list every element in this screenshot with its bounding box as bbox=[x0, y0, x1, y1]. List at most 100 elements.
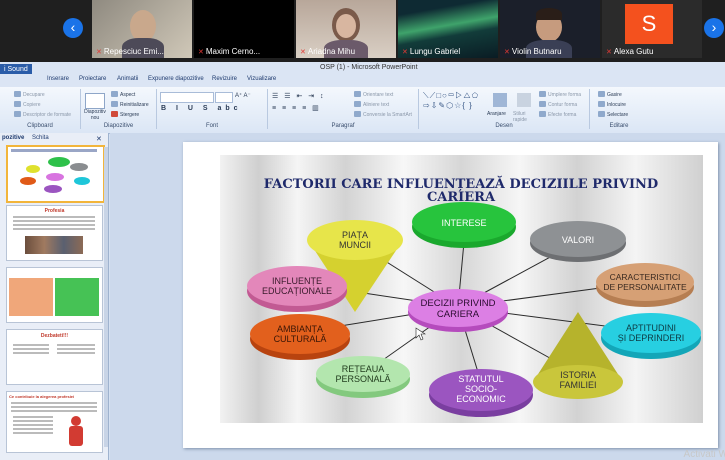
mic-muted-icon: ✕ bbox=[96, 49, 102, 56]
shape-effects-button[interactable]: Efecte forma bbox=[539, 111, 576, 118]
slide-thumbnail[interactable] bbox=[6, 145, 105, 203]
center-shape[interactable]: DECIZII PRIVIND CARIERA bbox=[408, 289, 508, 332]
tab-insert[interactable]: Inserare bbox=[47, 76, 69, 82]
tab-review[interactable]: Revizuire bbox=[212, 76, 237, 82]
font-group: A⁺ A⁻ B I U S abc Font bbox=[157, 89, 268, 129]
chevron-right-icon[interactable]: › bbox=[704, 18, 724, 38]
binoculars-icon bbox=[598, 91, 605, 97]
close-icon[interactable]: ✕ bbox=[96, 135, 102, 143]
thumbnail-title: Ce contribuie la alegerea profesiei bbox=[9, 394, 75, 399]
slide-diagram: FACTORII CARE INFLUENȚEAZĂ DECIZIILE PRI… bbox=[220, 155, 703, 423]
new-slide-button[interactable]: Diapozitiv nou bbox=[83, 109, 107, 121]
editing-group: Gasire Inlocuire Selectare Editare bbox=[590, 89, 648, 129]
reset-icon bbox=[111, 101, 118, 107]
factor-shape[interactable]: CARACTERISTICI DE PERSONALITATE bbox=[596, 263, 694, 307]
participant-tile[interactable]: S ✕ Alexa Gutu bbox=[602, 0, 702, 58]
delete-slide-button[interactable]: Stergere bbox=[111, 111, 139, 118]
tab-view[interactable]: Vizualizare bbox=[247, 76, 276, 82]
factor-label: APTITUDINI ȘI DEPRINDERI bbox=[618, 323, 685, 343]
thumbnail-scrollbar[interactable] bbox=[104, 147, 108, 447]
brush-icon bbox=[14, 111, 21, 117]
replace-button[interactable]: Inlocuire bbox=[598, 101, 626, 108]
participant-strip: ‹ ✕ Repesciuc Emi... ✕ Maxim Cerno... ✕ Ari… bbox=[0, 0, 725, 62]
shape-outline-button[interactable]: Contur forma bbox=[539, 101, 577, 108]
chevron-left-icon[interactable]: ‹ bbox=[63, 18, 83, 38]
quick-styles-icon bbox=[517, 93, 531, 107]
delete-icon bbox=[111, 111, 118, 117]
thumbnail-title: Dezbateti!!! bbox=[40, 333, 69, 339]
copy-icon bbox=[14, 101, 21, 107]
select-button[interactable]: Selectare bbox=[598, 111, 628, 118]
factor-label: CARACTERISTICI DE PERSONALITATE bbox=[603, 272, 687, 292]
group-label: Diapozitive bbox=[103, 123, 134, 129]
slide-thumbnail[interactable]: Profesia bbox=[6, 205, 103, 261]
layout-icon bbox=[111, 91, 118, 97]
tab-outline[interactable]: Schita bbox=[32, 135, 49, 141]
participant-tile[interactable]: ✕ Repesciuc Emi... bbox=[92, 0, 192, 58]
effects-icon bbox=[539, 111, 546, 117]
font-size-select[interactable] bbox=[215, 92, 233, 103]
participant-tile[interactable]: ✕ Ariadna Mihu bbox=[296, 0, 396, 58]
copy-button[interactable]: Copiere bbox=[14, 101, 41, 108]
font-family-select[interactable] bbox=[160, 92, 214, 103]
tab-design[interactable]: Proiectare bbox=[79, 76, 106, 82]
shape-fill-button[interactable]: Umplere forma bbox=[539, 91, 581, 98]
tab-slides[interactable]: pozitive bbox=[2, 135, 24, 141]
factor-shape[interactable]: INFLUENȚE EDUCAȚIONALE bbox=[247, 266, 347, 312]
factor-shape[interactable]: INTERESE bbox=[412, 202, 516, 248]
group-label: Clipboard bbox=[27, 123, 53, 129]
drawing-group: ⟍⟋□○▭▷△⬠ ⇨⇩✎⬡☆{ } Aranjare Stiluri rapide… bbox=[419, 89, 590, 129]
align-buttons[interactable]: ≡ ≡ ≡ ≡ ▥ bbox=[272, 104, 321, 112]
slide-thumbnail[interactable] bbox=[6, 267, 103, 323]
text-direction-button[interactable]: Orientare text bbox=[354, 91, 393, 98]
find-button[interactable]: Gasire bbox=[598, 91, 622, 98]
factor-label: INTERESE bbox=[441, 218, 486, 228]
group-label: Paragraf bbox=[331, 123, 355, 129]
clipboard-group: Decupare Copiere Descriptor de formate C… bbox=[0, 89, 81, 129]
align-text-button[interactable]: Aliniere text bbox=[354, 101, 389, 108]
factor-shape[interactable]: AMBIANȚA CULTURALĂ bbox=[250, 314, 350, 360]
group-label: Font bbox=[205, 123, 218, 129]
arrange-button[interactable]: Aranjare bbox=[487, 111, 506, 117]
tab-animations[interactable]: Animatii bbox=[117, 76, 138, 82]
activation-watermark: Activati W bbox=[683, 449, 725, 460]
factor-shape[interactable]: STATUTUL SOCIO-ECONOMIC bbox=[429, 369, 533, 417]
cut-button[interactable]: Decupare bbox=[14, 91, 45, 98]
shapes-gallery[interactable]: ⟍⟋□○▭▷△⬠ ⇨⇩✎⬡☆{ } bbox=[423, 91, 479, 110]
arrange-icon bbox=[493, 93, 507, 107]
quick-styles-button[interactable]: Stiluri rapide bbox=[513, 111, 535, 123]
align-text-icon bbox=[354, 101, 361, 107]
factor-shape[interactable]: APTITUDINI ȘI DEPRINDERI bbox=[601, 313, 701, 359]
participant-tile[interactable]: ✕ Lungu Gabriel bbox=[398, 0, 498, 58]
group-label: Editare bbox=[609, 123, 629, 129]
mic-muted-icon: ✕ bbox=[402, 49, 408, 56]
outline-icon bbox=[539, 101, 546, 107]
participant-name: ✕ Ariadna Mihu bbox=[300, 47, 356, 56]
layout-button[interactable]: Aspect bbox=[111, 91, 135, 98]
participant-name: ✕ Violin Butnaru bbox=[504, 47, 562, 56]
slide: FACTORII CARE INFLUENȚEAZĂ DECIZIILE PRI… bbox=[183, 142, 725, 460]
factor-shape[interactable]: REȚEAUA PERSONALĂ bbox=[316, 356, 410, 398]
format-buttons[interactable]: B I U S abc bbox=[161, 105, 242, 112]
format-painter-button[interactable]: Descriptor de formate bbox=[14, 111, 71, 118]
list-buttons[interactable]: ☰ ☰ ⇤ ⇥ ↕ bbox=[272, 92, 326, 100]
scissors-icon bbox=[14, 91, 21, 97]
factor-shape[interactable]: VALORI bbox=[530, 221, 626, 262]
factor-label: REȚEAUA PERSONALĂ bbox=[335, 364, 390, 384]
participant-tile[interactable]: ✕ Violin Butnaru bbox=[500, 0, 600, 58]
participant-tile[interactable]: ✕ Maxim Cerno... bbox=[194, 0, 294, 58]
smartart-button[interactable]: Conversie la SmartArt bbox=[354, 111, 412, 118]
participant-name: ✕ Alexa Gutu bbox=[606, 47, 654, 56]
reset-button[interactable]: Reinitializare bbox=[111, 101, 149, 108]
replace-icon bbox=[598, 101, 605, 107]
smartart-icon bbox=[354, 111, 361, 117]
thumbnail-title: Profesia bbox=[44, 208, 65, 214]
factor-label: AMBIANȚA CULTURALĂ bbox=[274, 324, 327, 344]
select-icon bbox=[598, 111, 605, 117]
tab-slideshow[interactable]: Expunere diapozitive bbox=[148, 76, 204, 82]
new-slide-icon bbox=[85, 93, 105, 109]
grow-font-button[interactable]: A⁺ A⁻ bbox=[235, 92, 251, 99]
factor-label: VALORI bbox=[562, 235, 594, 245]
slide-thumbnail[interactable]: Ce contribuie la alegerea profesiei bbox=[6, 391, 103, 453]
slide-thumbnail[interactable]: Dezbateti!!! bbox=[6, 329, 103, 385]
